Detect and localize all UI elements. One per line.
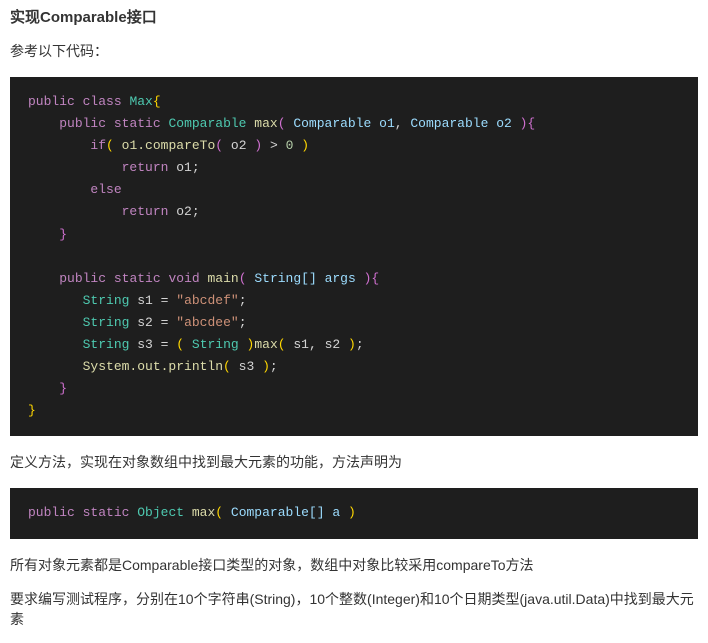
type-string: String — [83, 315, 130, 330]
op-assign: = — [161, 337, 169, 352]
var-s2: s2 — [137, 315, 153, 330]
num-zero: 0 — [286, 138, 294, 153]
fn-max: max — [254, 116, 277, 131]
kw-if: if — [90, 138, 106, 153]
definition-paragraph: 定义方法，实现在对象数组中找到最大元素的功能，方法声明为 — [10, 452, 698, 472]
kw-else: else — [90, 182, 121, 197]
call-max: max — [254, 337, 277, 352]
param-o1: Comparable o1 — [293, 116, 394, 131]
ret-o1: o1 — [176, 160, 192, 175]
param-array: Comparable[] a — [231, 505, 340, 520]
kw-static: static — [83, 505, 130, 520]
kw-public: public — [28, 94, 75, 109]
code-block-signature: public static Object max( Comparable[] a… — [10, 488, 698, 538]
kw-return: return — [122, 204, 169, 219]
var-s1: s1 — [137, 293, 153, 308]
call-println: System.out.println — [83, 359, 223, 374]
op-assign: = — [161, 293, 169, 308]
kw-public: public — [28, 505, 75, 520]
fn-max: max — [192, 505, 215, 520]
kw-static: static — [114, 116, 161, 131]
section-title: 实现Comparable接口 — [10, 6, 698, 27]
arg-o2: o2 — [231, 138, 247, 153]
type-string: String — [83, 293, 130, 308]
var-s3: s3 — [137, 337, 153, 352]
arg-s3: s3 — [239, 359, 255, 374]
str-s2: "abcdee" — [176, 315, 238, 330]
arg-s1: s1 — [293, 337, 309, 352]
kw-return: return — [122, 160, 169, 175]
op-gt: > — [270, 138, 278, 153]
tail-paragraph-1: 所有对象元素都是Comparable接口类型的对象，数组中对象比较采用compa… — [10, 555, 698, 575]
tail-paragraph-2: 要求编写测试程序，分别在10个字符串(String)，10个整数(Integer… — [10, 589, 698, 629]
type-string: String — [83, 337, 130, 352]
str-s1: "abcdef" — [176, 293, 238, 308]
kw-public: public — [59, 271, 106, 286]
cast-type: String — [192, 337, 239, 352]
kw-class: class — [83, 94, 122, 109]
kw-static: static — [114, 271, 161, 286]
kw-void: void — [168, 271, 199, 286]
class-name: Max — [129, 94, 152, 109]
call-compareTo: o1.compareTo — [122, 138, 216, 153]
arg-s2: s2 — [325, 337, 341, 352]
intro-paragraph: 参考以下代码： — [10, 41, 698, 61]
kw-public: public — [59, 116, 106, 131]
op-assign: = — [161, 315, 169, 330]
code-block-main: public class Max{ public static Comparab… — [10, 77, 698, 436]
fn-main: main — [208, 271, 239, 286]
ret-o2: o2 — [176, 204, 192, 219]
param-o2: Comparable o2 — [410, 116, 511, 131]
return-type: Comparable — [168, 116, 246, 131]
param-args-name: args — [325, 271, 356, 286]
param-args-type: String[] — [254, 271, 316, 286]
type-object: Object — [137, 505, 184, 520]
